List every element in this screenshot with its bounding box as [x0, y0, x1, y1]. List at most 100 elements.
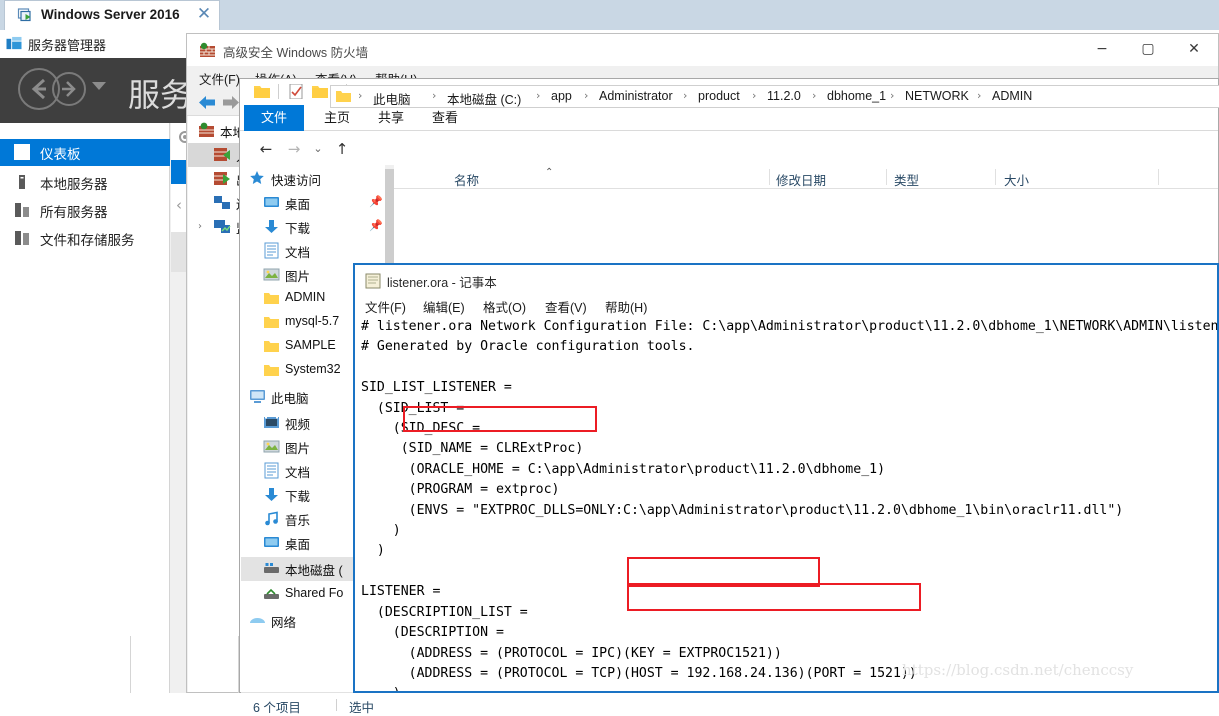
- chevron-right-icon[interactable]: ›: [198, 221, 202, 232]
- breadcrumb-admin[interactable]: ADMIN: [992, 89, 1032, 103]
- recent-locations-button[interactable]: ⌄: [308, 139, 328, 159]
- breadcrumb-separator[interactable]: ›: [584, 89, 588, 102]
- breadcrumb-separator[interactable]: ›: [812, 89, 816, 102]
- forward-arrow-icon[interactable]: [52, 72, 86, 106]
- breadcrumb-separator[interactable]: ›: [358, 89, 362, 102]
- nav-item-label: 桌面: [285, 534, 310, 553]
- back-button[interactable]: ←: [256, 139, 276, 159]
- notepad-window: listener.ora - 记事本 文件(F) 编辑(E) 格式(O) 查看(…: [353, 263, 1219, 693]
- nav-item-label: 图片: [285, 438, 310, 457]
- breadcrumb-network[interactable]: NETWORK: [905, 89, 969, 103]
- monitoring-icon: [214, 218, 231, 235]
- sidebar-item-dashboard[interactable]: 仪表板: [0, 139, 170, 166]
- chevron-down-icon[interactable]: [92, 82, 106, 90]
- nav-item-label: 文档: [285, 462, 310, 481]
- tab-home[interactable]: 主页: [312, 105, 362, 131]
- breadcrumb-product[interactable]: product: [698, 89, 740, 103]
- status-divider: [336, 699, 337, 711]
- ribbon-tabs: 文件 主页 共享 查看: [240, 105, 1218, 131]
- videos-icon: [263, 414, 280, 431]
- tab-share[interactable]: 共享: [366, 105, 416, 131]
- breadcrumb-separator[interactable]: ›: [536, 89, 540, 102]
- column-header-type[interactable]: 类型: [894, 170, 919, 189]
- tab-file[interactable]: 文件: [244, 105, 304, 131]
- forward-arrow-icon[interactable]: [221, 94, 241, 111]
- column-header-size[interactable]: 大小: [1004, 170, 1029, 189]
- pin-icon[interactable]: 📌: [369, 195, 383, 208]
- server-manager-sidebar: 仪表板 本地服务器 所有服务器 文件和存储服务: [0, 123, 170, 693]
- network-icon: [249, 612, 266, 629]
- column-divider[interactable]: [995, 169, 996, 185]
- menu-edit[interactable]: 编辑(E): [423, 297, 465, 316]
- menu-format[interactable]: 格式(O): [483, 297, 526, 316]
- menu-view[interactable]: 查看(V): [545, 297, 587, 316]
- maximize-button[interactable]: ▢: [1125, 34, 1171, 65]
- collapse-arrow-icon[interactable]: ‹: [176, 196, 182, 214]
- breadcrumb-separator[interactable]: ›: [890, 89, 894, 102]
- tab-label: Windows Server 2016: [41, 7, 180, 22]
- breadcrumb-app[interactable]: app: [551, 89, 572, 103]
- nav-item-label: 视频: [285, 414, 310, 433]
- nav-item-downloads[interactable]: 下载 📌: [241, 215, 391, 239]
- up-button[interactable]: ↑: [332, 139, 352, 159]
- column-divider[interactable]: [886, 169, 887, 185]
- quick-access-star-icon: [249, 170, 266, 187]
- nav-item-label: Shared Fo: [285, 586, 343, 600]
- menu-file[interactable]: 文件(F): [365, 297, 406, 316]
- breadcrumb-dbhome[interactable]: dbhome_1: [827, 89, 886, 103]
- column-header-name[interactable]: 名称: [454, 170, 479, 189]
- nav-item-quick-access[interactable]: 快速访问: [241, 167, 391, 191]
- breadcrumb-separator[interactable]: ›: [432, 89, 436, 102]
- column-divider[interactable]: [769, 169, 770, 185]
- column-divider[interactable]: [1158, 169, 1159, 185]
- nav-item-label: 此电脑: [271, 388, 309, 407]
- breadcrumb-separator[interactable]: ›: [977, 89, 981, 102]
- breadcrumb-separator[interactable]: ›: [752, 89, 756, 102]
- breadcrumb-this-pc[interactable]: 此电脑: [373, 89, 411, 108]
- file-list-header: 名称 修改日期 类型 大小: [394, 165, 1218, 189]
- sidebar-item-file-storage[interactable]: 文件和存储服务: [0, 225, 170, 252]
- close-button[interactable]: ✕: [1171, 34, 1217, 65]
- firewall-root-icon: [198, 122, 215, 139]
- breadcrumb-administrator[interactable]: Administrator: [599, 89, 673, 103]
- minimize-button[interactable]: −: [1079, 34, 1125, 65]
- firewall-titlebar: 高级安全 Windows 防火墙 − ▢ ✕: [187, 34, 1218, 66]
- tab-view[interactable]: 查看: [420, 105, 470, 131]
- dashboard-icon: [14, 144, 30, 160]
- close-icon[interactable]: ✕: [195, 5, 213, 23]
- menu-help[interactable]: 帮助(H): [605, 297, 647, 316]
- network-drive-icon: [263, 586, 280, 603]
- listener-ora-content: # listener.ora Network Configuration Fil…: [357, 317, 1217, 691]
- menu-file[interactable]: 文件(F): [199, 69, 240, 88]
- breadcrumb-version[interactable]: 11.2.0: [767, 89, 801, 103]
- folder-icon: [336, 90, 351, 103]
- properties-icon[interactable]: [288, 84, 304, 99]
- nav-item-label: 下载: [285, 486, 310, 505]
- sidebar-item-local-server[interactable]: 本地服务器: [0, 169, 170, 196]
- nav-item-label: 下载: [285, 218, 310, 237]
- outbound-rules-icon: [214, 170, 231, 187]
- notepad-text-area[interactable]: # listener.ora Network Configuration Fil…: [357, 317, 1217, 691]
- nav-item-label: 快速访问: [271, 170, 321, 189]
- breadcrumb-separator[interactable]: ›: [683, 89, 687, 102]
- all-servers-icon: [14, 202, 30, 218]
- nav-item-documents[interactable]: 文档: [241, 239, 391, 263]
- new-folder-icon[interactable]: [312, 84, 328, 99]
- local-disk-icon: [263, 560, 280, 577]
- tab-windows-server-2016[interactable]: Windows Server 2016 ✕: [4, 0, 220, 30]
- status-grid-divider-1: [130, 636, 131, 693]
- this-pc-icon: [249, 388, 266, 405]
- sidebar-item-label: 所有服务器: [40, 201, 108, 221]
- notepad-menubar: 文件(F) 编辑(E) 格式(O) 查看(V) 帮助(H): [355, 293, 1217, 317]
- sidebar-item-all-servers[interactable]: 所有服务器: [0, 197, 170, 224]
- back-arrow-icon[interactable]: [197, 94, 217, 111]
- folder-icon[interactable]: [254, 84, 270, 99]
- item-count: 6 个项目: [253, 697, 301, 716]
- breadcrumb-local-disk[interactable]: 本地磁盘 (C:): [447, 89, 521, 108]
- nav-item-desktop[interactable]: 桌面 📌: [241, 191, 391, 215]
- documents-icon: [263, 462, 280, 479]
- inbound-rules-icon: [214, 146, 231, 163]
- column-header-date[interactable]: 修改日期: [776, 170, 826, 189]
- forward-button[interactable]: →: [284, 139, 304, 159]
- pin-icon[interactable]: 📌: [369, 219, 383, 232]
